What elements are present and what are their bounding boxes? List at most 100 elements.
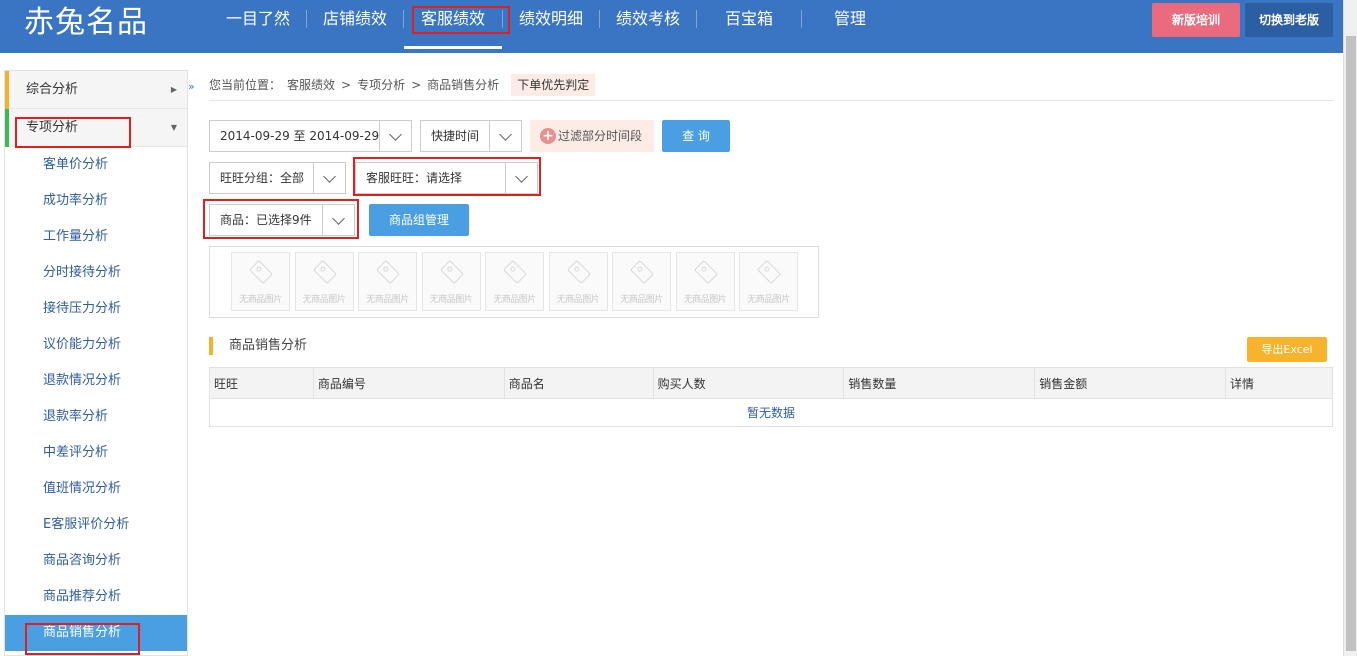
chevron-down-icon: ▼ — [170, 123, 177, 132]
chevron-right-icon: ▶ — [170, 85, 177, 94]
product-thumbnail[interactable]: 无商品图片 — [231, 252, 290, 311]
nav-performance-detail[interactable]: 绩效明细 — [503, 0, 599, 53]
nav-manage[interactable]: 管理 — [802, 0, 898, 53]
no-image-caption: 无商品图片 — [302, 295, 346, 305]
tag-icon — [502, 259, 528, 285]
no-image-caption: 无商品图片 — [493, 295, 536, 305]
breadcrumb-prefix: 您当前位置： — [209, 78, 282, 92]
sidebar-item-product-recommend[interactable]: 商品推荐分析 — [5, 579, 187, 615]
column-header[interactable]: 购买人数 — [653, 367, 845, 399]
breadcrumb-item[interactable]: 客服绩效 — [287, 74, 335, 96]
new-training-button[interactable]: 新版培训 — [1152, 3, 1240, 37]
query-button[interactable]: 查 询 — [662, 120, 730, 152]
date-range-select[interactable]: 2014-09-29 至 2014-09-29 — [209, 120, 412, 152]
column-header[interactable]: 商品编号 — [313, 367, 505, 399]
quick-time-value: 快捷时间 — [431, 129, 480, 143]
column-header[interactable]: 商品名 — [504, 367, 654, 399]
chevron-down-icon — [489, 121, 521, 151]
sidebar-item-workload[interactable]: 工作量分析 — [5, 219, 187, 255]
chevron-down-icon — [313, 163, 345, 193]
wangwang-group-value: 旺旺分组：全部 — [220, 171, 305, 185]
nav-store-performance[interactable]: 店铺绩效 — [307, 0, 403, 53]
no-image-caption: 无商品图片 — [747, 295, 790, 305]
table-header-row: 旺旺 商品编号 商品名 购买人数 销售数量 销售金额 详情 — [209, 367, 1333, 399]
quick-time-select[interactable]: 快捷时间 — [420, 120, 522, 152]
breadcrumb-item[interactable]: 专项分析 — [357, 74, 405, 96]
no-image-caption: 无商品图片 — [366, 295, 409, 305]
sidebar-item-hourly-reception[interactable]: 分时接待分析 — [5, 255, 187, 291]
product-thumbnail[interactable]: 无商品图片 — [548, 252, 608, 311]
group-accent-bar — [5, 109, 9, 147]
product-thumbnail[interactable]: 无商品图片 — [739, 252, 798, 311]
sidebar-item-negative-review[interactable]: 中差评分析 — [5, 435, 187, 471]
sidebar-item-refund-status[interactable]: 退款情况分析 — [5, 363, 187, 399]
sidebar-group-label: 综合分析 — [26, 82, 79, 97]
highlight-box — [412, 6, 510, 34]
tag-icon — [629, 259, 655, 285]
sidebar-item-reception-pressure[interactable]: 接待压力分析 — [5, 291, 187, 327]
date-range-value: 2014-09-29 至 2014-09-29 — [220, 129, 380, 143]
sidebar-item-duty[interactable]: 值班情况分析 — [5, 471, 187, 507]
no-image-caption: 无商品图片 — [429, 295, 473, 305]
nav-toolbox[interactable]: 百宝箱 — [697, 0, 801, 53]
plus-circle-icon: + — [540, 128, 556, 144]
vertical-scrollbar[interactable] — [1343, 0, 1357, 656]
product-group-manage-button[interactable]: 商品组管理 — [369, 204, 469, 236]
no-image-caption: 无商品图片 — [620, 295, 663, 305]
sidebar-collapse-icon[interactable]: » — [188, 80, 198, 93]
sidebar-item-e-service-rating[interactable]: E客服评价分析 — [5, 507, 187, 543]
sales-table: 旺旺 商品编号 商品名 购买人数 销售数量 销售金额 详情 暂无数据 — [209, 367, 1333, 427]
wangwang-group-select[interactable]: 旺旺分组：全部 — [209, 162, 346, 194]
product-thumbnail[interactable]: 无商品图片 — [294, 252, 354, 311]
main-nav: 一目了然 店铺绩效 客服绩效 绩效明细 绩效考核 百宝箱 管理 — [210, 0, 898, 53]
filter-time-periods-button[interactable]: + 过滤部分时间段 — [530, 120, 654, 152]
product-thumbnail[interactable]: 无商品图片 — [675, 252, 735, 311]
tag-icon — [312, 259, 337, 285]
filter-time-periods-label: 过滤部分时间段 — [558, 129, 643, 143]
product-thumbnail[interactable]: 无商品图片 — [612, 252, 671, 311]
product-thumbnail[interactable]: 无商品图片 — [358, 252, 417, 311]
selected-products-panel: 无商品图片 无商品图片 无商品图片 无商品图片 无商品图片 无商品图片 无商品图… — [209, 246, 819, 318]
chevron-down-icon — [379, 121, 411, 151]
tag-icon — [693, 259, 718, 285]
highlight-box — [353, 157, 541, 196]
column-header[interactable]: 旺旺 — [209, 367, 314, 399]
highlight-box — [15, 117, 131, 148]
nav-overview[interactable]: 一目了然 — [210, 0, 306, 53]
no-image-caption: 无商品图片 — [556, 295, 600, 305]
sidebar-item-avg-order-value[interactable]: 客单价分析 — [5, 147, 187, 183]
sidebar-item-success-rate[interactable]: 成功率分析 — [5, 183, 187, 219]
column-header[interactable]: 详情 — [1225, 367, 1333, 399]
export-excel-button[interactable]: 导出Excel — [1247, 337, 1327, 362]
brand-logo[interactable]: 赤兔名品 — [24, 3, 148, 43]
tag-icon — [566, 259, 591, 285]
table-row: 暂无数据 — [210, 399, 1333, 427]
highlight-box — [25, 623, 140, 655]
tag-icon — [375, 259, 401, 285]
scrollbar-thumb[interactable] — [1346, 36, 1356, 651]
breadcrumb-item: 商品销售分析 — [427, 78, 500, 92]
sidebar-group-comprehensive[interactable]: 综合分析 ▶ — [5, 71, 187, 109]
order-priority-tag[interactable]: 下单优先判定 — [511, 74, 596, 96]
sidebar-item-refund-rate[interactable]: 退款率分析 — [5, 399, 187, 435]
highlight-box — [203, 199, 359, 239]
tag-icon — [756, 259, 782, 285]
nav-performance-review[interactable]: 绩效考核 — [600, 0, 696, 53]
tag-icon — [439, 259, 464, 285]
top-navbar: 赤兔名品 一目了然 店铺绩效 客服绩效 绩效明细 绩效考核 百宝箱 管理 新版培… — [0, 0, 1343, 53]
column-header[interactable]: 销售数量 — [843, 367, 1036, 399]
breadcrumb-separator: > — [341, 78, 352, 92]
switch-old-version-button[interactable]: 切换到老版 — [1245, 3, 1333, 37]
product-thumbnail[interactable]: 无商品图片 — [485, 252, 544, 311]
column-header[interactable]: 销售金额 — [1034, 367, 1227, 399]
breadcrumb: 您当前位置： 客服绩效 > 专项分析 > 商品销售分析 下单优先判定 — [209, 74, 601, 96]
tag-icon — [248, 259, 274, 285]
group-accent-bar — [5, 71, 9, 109]
product-thumbnail[interactable]: 无商品图片 — [421, 252, 481, 311]
sidebar: 综合分析 ▶ 专项分析 ▼ 客单价分析 成功率分析 工作量分析 分时接待分析 接… — [4, 70, 188, 656]
no-image-caption: 无商品图片 — [683, 295, 727, 305]
empty-state-text: 暂无数据 — [746, 406, 795, 420]
sidebar-item-bargaining[interactable]: 议价能力分析 — [5, 327, 187, 363]
sidebar-item-product-inquiry[interactable]: 商品咨询分析 — [5, 543, 187, 579]
breadcrumb-separator: > — [411, 78, 422, 92]
